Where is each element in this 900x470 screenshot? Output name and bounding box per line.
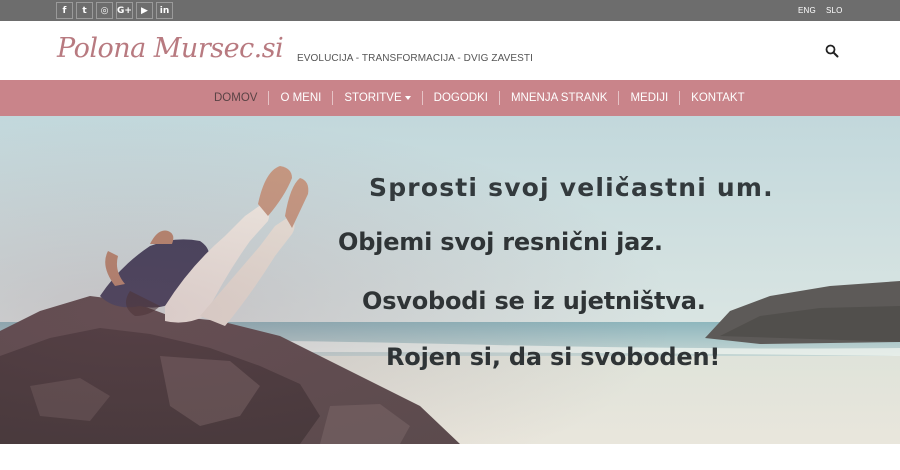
nav-item-storitve[interactable]: STORITVE xyxy=(332,91,421,105)
site-logo[interactable]: Polona Mursec.si xyxy=(57,33,284,64)
youtube-icon[interactable]: ▶ xyxy=(136,2,153,19)
nav-item-domov[interactable]: DOMOV xyxy=(203,91,268,105)
language-slo-link[interactable]: SLO xyxy=(826,6,843,15)
nav-item-label: DOGODKI xyxy=(433,92,488,104)
nav-item-o-meni[interactable]: O MENI xyxy=(268,91,332,105)
nav-item-label: O MENI xyxy=(280,92,322,104)
language-eng-link[interactable]: ENG xyxy=(798,6,816,15)
site-tagline: EVOLUCIJA - TRANSFORMACIJA - DVIG ZAVEST… xyxy=(297,53,533,64)
search-icon[interactable] xyxy=(825,43,839,58)
chevron-down-icon xyxy=(404,96,411,100)
nav-item-label: MNENJA STRANK xyxy=(510,92,608,104)
nav-item-label: DOMOV xyxy=(214,92,258,104)
linkedin-icon[interactable]: in xyxy=(156,2,173,19)
nav-item-dogodki[interactable]: DOGODKI xyxy=(421,91,499,105)
hero-banner: Sprosti svoj veličastni um. Objemi svoj … xyxy=(0,116,900,444)
twitter-icon[interactable]: t xyxy=(76,2,93,19)
hero-quote-line-1: Sprosti svoj veličastni um. xyxy=(369,173,774,202)
top-bar: f t ◎ G+ ▶ in ENG SLO xyxy=(0,0,900,21)
site-header: Polona Mursec.si EVOLUCIJA - TRANSFORMAC… xyxy=(0,21,900,80)
hero-quote-line-2: Objemi svoj resnični jaz. xyxy=(338,228,663,256)
page-below-hero xyxy=(0,444,900,470)
nav-item-label: MEDIJI xyxy=(630,92,669,104)
nav-item-label: STORITVE xyxy=(344,92,402,104)
social-links: f t ◎ G+ ▶ in xyxy=(56,2,173,19)
hero-quote-line-3: Osvobodi se iz ujetništva. xyxy=(362,287,706,315)
main-navigation: DOMOV O MENI STORITVE DOGODKI MNENJA STR… xyxy=(0,80,900,116)
google-plus-icon[interactable]: G+ xyxy=(116,2,133,19)
nav-item-mnenja-strank[interactable]: MNENJA STRANK xyxy=(498,91,619,105)
nav-item-mediji[interactable]: MEDIJI xyxy=(618,91,679,105)
nav-item-kontakt[interactable]: KONTAKT xyxy=(679,91,755,105)
nav-item-label: KONTAKT xyxy=(691,92,745,104)
instagram-icon[interactable]: ◎ xyxy=(96,2,113,19)
facebook-icon[interactable]: f xyxy=(56,2,73,19)
hero-background-image xyxy=(0,116,900,444)
hero-quote-line-4: Rojen si, da si svoboden! xyxy=(386,343,721,371)
